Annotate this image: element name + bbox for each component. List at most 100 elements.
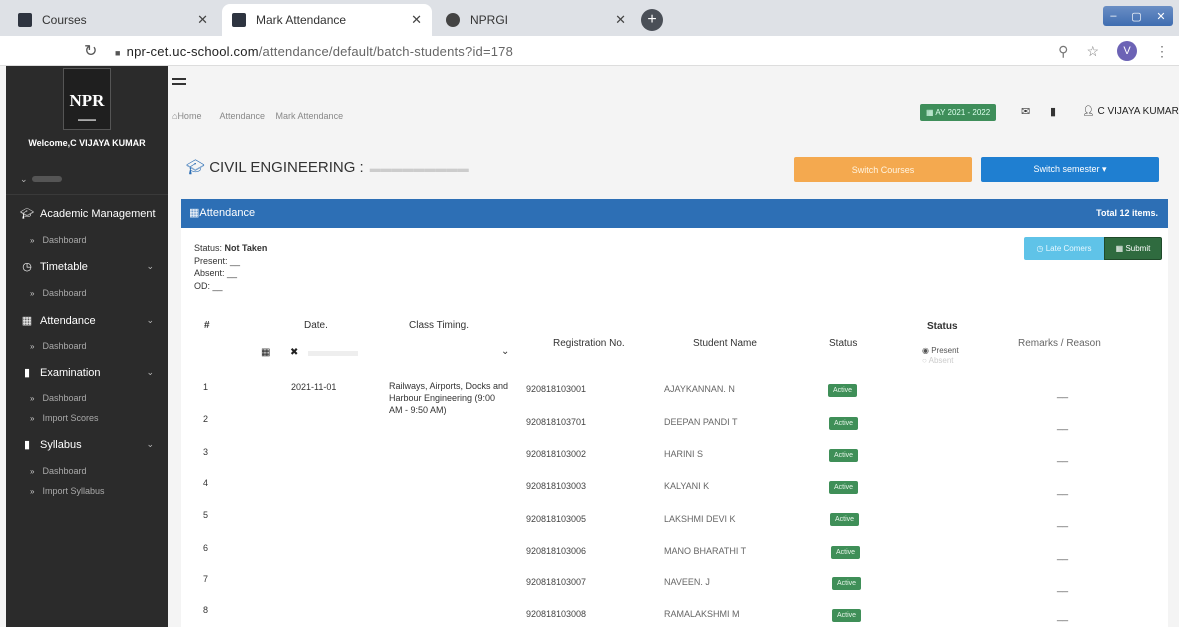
chevron-right-icon: » — [30, 341, 35, 351]
chevron-right-icon: » — [30, 235, 35, 245]
book-icon[interactable]: ▮ — [1050, 105, 1056, 118]
status-badge: Active — [829, 449, 859, 462]
site-favicon-icon — [18, 13, 32, 27]
bulk-status-radios[interactable]: ◉ Present ○ Absent — [922, 346, 959, 366]
globe-icon — [446, 13, 460, 27]
row-student-name: DEEPAN PANDI T — [664, 417, 738, 427]
sidebar-item-attendance[interactable]: ▦ Attendance ⌄ — [6, 314, 168, 328]
status-value: Not Taken — [224, 243, 268, 253]
chevron-down-icon[interactable]: ⌄ — [20, 174, 28, 185]
close-tab-icon[interactable]: ✕ — [197, 12, 208, 28]
col-header-status-mark: Status — [927, 321, 958, 332]
row-number: 5 — [203, 510, 209, 520]
profile-avatar[interactable]: V — [1117, 41, 1137, 61]
sidebar-item-examination[interactable]: ▮ Examination ⌄ — [6, 366, 168, 380]
zoom-icon[interactable]: ⚲ — [1058, 43, 1068, 60]
status-badge: Active — [829, 417, 859, 430]
switch-semester-button[interactable]: Switch semester ▾ — [981, 157, 1159, 182]
row-remark[interactable]: __ — [1057, 485, 1068, 496]
chevron-down-icon: ⌄ — [146, 261, 154, 271]
row-registration: 920818103701 — [526, 417, 587, 427]
maximize-icon[interactable]: ▢ — [1131, 10, 1141, 23]
sidebar-item-label: Academic Management — [40, 207, 156, 220]
calendar-picker-icon[interactable]: ▦ — [261, 347, 270, 358]
url-host: npr-cet.uc-school.com — [126, 44, 259, 59]
row-remark[interactable]: __ — [1057, 611, 1068, 622]
user-name: C VIJAYA KUMAR — [1097, 106, 1179, 117]
row-student-name: NAVEEN. J — [664, 577, 710, 587]
minimize-icon[interactable]: – — [1110, 10, 1116, 22]
row-registration: 920818103003 — [526, 481, 587, 491]
user-icon: 👤︎ — [1082, 106, 1098, 117]
calendar-icon: ▦ — [1115, 244, 1126, 253]
sidebar-subitem-dashboard[interactable]: » Dashboard — [30, 235, 86, 245]
logo-subtext: ▬▬▬ — [78, 117, 96, 123]
sidebar-subitem-label: Dashboard — [42, 393, 87, 403]
browser-tab-courses[interactable]: Courses ✕ — [8, 4, 218, 36]
attendance-panel-body — [181, 228, 1168, 627]
sidebar-subitem-dashboard[interactable]: » Dashboard — [30, 466, 86, 476]
present-count: Present: __ — [194, 255, 241, 266]
row-remark[interactable]: __ — [1057, 582, 1068, 593]
clear-filter-icon[interactable]: ✖ — [290, 347, 298, 358]
breadcrumb-attendance[interactable]: Attendance — [219, 111, 265, 121]
sidebar-subitem-dashboard[interactable]: » Dashboard — [30, 393, 86, 403]
browser-menu-icon[interactable]: ⋮ — [1155, 43, 1169, 60]
timing-dropdown-chevron-icon[interactable]: ⌄ — [501, 346, 509, 357]
submit-button[interactable]: ▦ Submit — [1104, 237, 1162, 260]
close-tab-icon[interactable]: ✕ — [615, 12, 626, 28]
sidebar-subitem-import-scores[interactable]: » Import Scores — [30, 413, 98, 423]
close-tab-icon[interactable]: ✕ — [411, 12, 422, 28]
row-registration: 920818103008 — [526, 609, 587, 619]
chevron-down-icon: ⌄ — [146, 439, 154, 449]
late-comers-button[interactable]: ◷ Late Comers — [1024, 237, 1104, 260]
lock-icon[interactable]: ■ — [115, 48, 121, 58]
row-remark[interactable]: __ — [1057, 388, 1068, 399]
chevron-down-icon: ⌄ — [146, 315, 154, 325]
col-header-student-name: Student Name — [693, 338, 757, 349]
status-badge: Active — [829, 481, 859, 494]
sidebar-subitem-dashboard[interactable]: » Dashboard — [30, 341, 86, 351]
npr-logo[interactable]: NPR ▬▬▬ — [63, 68, 111, 130]
date-filter-input[interactable] — [308, 351, 358, 356]
user-menu[interactable]: 👤︎ C VIJAYA KUMAR — [1082, 106, 1179, 117]
home-icon[interactable]: ⌂Home — [172, 111, 209, 121]
window-controls[interactable]: – ▢ ✕ — [1103, 6, 1173, 26]
col-header-registration: Registration No. — [553, 338, 625, 349]
reload-icon[interactable]: ↻ — [84, 41, 97, 61]
row-remark[interactable]: __ — [1057, 420, 1068, 431]
hamburger-menu-icon[interactable] — [172, 78, 186, 88]
breadcrumb-home[interactable]: Home — [177, 111, 201, 121]
chevron-right-icon: » — [30, 288, 35, 298]
row-remark[interactable]: __ — [1057, 452, 1068, 463]
row-remark[interactable]: __ — [1057, 517, 1068, 528]
radio-absent[interactable]: ○ Absent — [922, 356, 959, 366]
close-window-icon[interactable]: ✕ — [1156, 10, 1165, 23]
notification-icon[interactable]: ✉ — [1021, 105, 1030, 118]
sidebar-subitem-dashboard[interactable]: » Dashboard — [30, 288, 86, 298]
radio-present[interactable]: ◉ Present — [922, 346, 959, 356]
url-field[interactable]: ■ npr-cet.uc-school.com/attendance/defaul… — [115, 44, 513, 59]
col-header-timing: Class Timing. — [409, 320, 470, 331]
sidebar-item-label: Examination — [40, 366, 101, 379]
calendar-icon: ▦ — [189, 207, 200, 219]
graduation-cap-icon: 🎓︎ — [20, 208, 34, 220]
row-registration: 920818103005 — [526, 514, 587, 524]
sidebar-subitem-import-syllabus[interactable]: » Import Syllabus — [30, 486, 104, 496]
status-label: Status: — [194, 243, 223, 253]
academic-year-badge[interactable]: ▦ AY 2021 - 2022 — [920, 104, 997, 121]
sidebar-item-academic-management[interactable]: 🎓︎ Academic Management — [6, 207, 168, 221]
switch-courses-button[interactable]: Switch Courses — [794, 157, 972, 182]
submit-label: Submit — [1125, 244, 1151, 253]
bookmark-star-icon[interactable]: ☆ — [1086, 43, 1099, 60]
browser-tab-mark-attendance[interactable]: Mark Attendance ✕ — [222, 4, 432, 36]
row-number: 3 — [203, 447, 209, 457]
breadcrumb: ⌂Home Attendance Mark Attendance — [172, 111, 351, 121]
sidebar-item-syllabus[interactable]: ▮ Syllabus ⌄ — [6, 438, 168, 452]
row-remark[interactable]: __ — [1057, 550, 1068, 561]
new-tab-button[interactable]: + — [641, 9, 663, 31]
browser-tab-nprgi[interactable]: NPRGI ✕ — [436, 4, 636, 36]
sidebar-subitem-label: Dashboard — [42, 341, 87, 351]
sidebar-item-timetable[interactable]: ◷ Timetable ⌄ — [6, 260, 168, 274]
row-registration: 920818103006 — [526, 546, 587, 556]
